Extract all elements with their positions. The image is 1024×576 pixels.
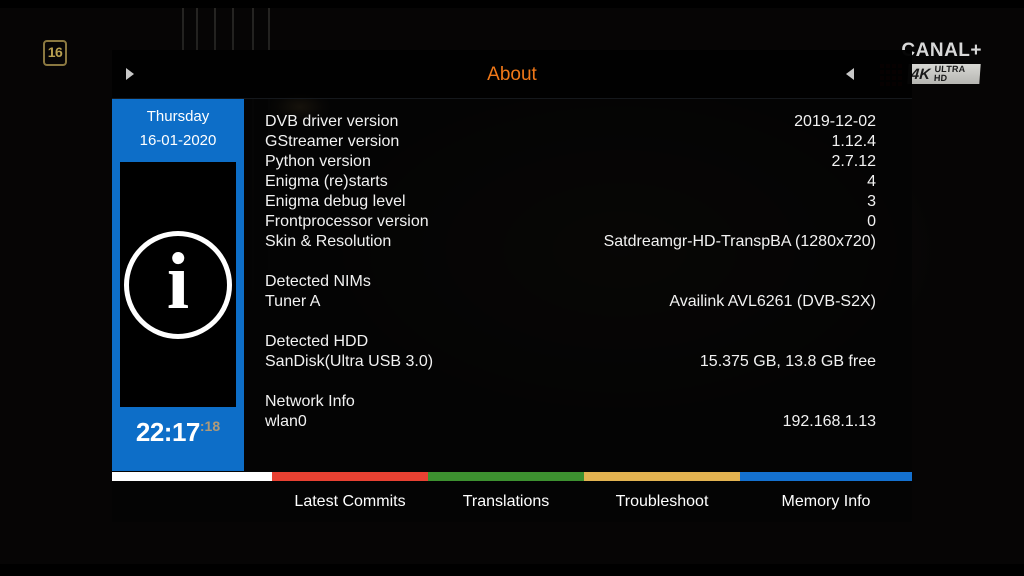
sidebar-day-label: Thursday [146, 108, 210, 125]
info-row-spacer [265, 313, 876, 333]
info-row-value: 2019-12-02 [794, 113, 876, 130]
info-row-value: 3 [867, 193, 876, 210]
button-latest-commits[interactable]: Latest Commits [272, 481, 428, 522]
color-key-troubleshoot [584, 472, 740, 481]
info-row: Enigma debug level 3 [265, 193, 876, 213]
info-row-value: 2.7.12 [831, 153, 876, 170]
triangle-left-icon[interactable] [846, 68, 854, 80]
color-button-row: Latest Commits Translations Troubleshoot Me… [112, 481, 912, 522]
info-circle-icon: i [124, 230, 232, 339]
info-row-label: GStreamer version [265, 133, 400, 150]
info-row-label: Detected NIMs [265, 273, 371, 290]
info-row-label: DVB driver version [265, 113, 399, 130]
info-row-label: Detected HDD [265, 333, 369, 350]
info-row-label: Tuner A [265, 293, 321, 310]
info-row-label: Enigma debug level [265, 193, 406, 210]
window-body: Thursday 16-01-2020 i 22:17:18 DVB drive… [112, 99, 912, 471]
info-row: Network Info [265, 393, 876, 413]
info-row: Enigma (re)starts 4 [265, 173, 876, 193]
info-row: Python version 2.7.12 [265, 153, 876, 173]
info-icon-glyph: i [166, 237, 190, 326]
clock-seconds: :18 [199, 418, 221, 434]
page-title: About [487, 64, 537, 85]
info-row: Tuner A Availink AVL6261 (DVB-S2X) [265, 293, 876, 313]
color-key-bar [112, 472, 912, 481]
clock-time: 22:17 [135, 417, 201, 447]
info-row-label: Python version [265, 153, 371, 170]
sidebar-date-label: 16-01-2020 [139, 132, 217, 149]
sidebar-clock: 22:17:18 [112, 417, 244, 448]
info-list: DVB driver version 2019-12-02 GStreamer ve… [265, 113, 876, 433]
button-memory-info[interactable]: Memory Info [740, 481, 912, 522]
info-row-value: 0 [867, 213, 876, 230]
info-row-value: 192.168.1.13 [782, 413, 876, 430]
info-row-value: Availink AVL6261 (DVB-S2X) [669, 293, 876, 310]
window-header: About [112, 50, 912, 99]
uhd-badge-4k: 4K [910, 65, 931, 83]
letterbox-bottom [0, 564, 1024, 576]
color-key-translations [428, 472, 584, 481]
info-row: GStreamer version 1.12.4 [265, 133, 876, 153]
age-rating-badge: 16 [43, 40, 67, 66]
info-row-value: Satdreamgr-HD-TranspBA (1280x720) [603, 233, 876, 250]
info-row-label: Enigma (re)starts [265, 173, 388, 190]
info-row-spacer [265, 373, 876, 393]
info-row-label: Skin & Resolution [265, 233, 392, 250]
button-blank [112, 481, 272, 522]
info-row-value: 1.12.4 [831, 133, 876, 150]
info-row: Frontprocessor version 0 [265, 213, 876, 233]
color-key-memory-info [740, 472, 912, 481]
color-key-blank [112, 472, 272, 481]
info-row: SanDisk(Ultra USB 3.0) 15.375 GB, 13.8 GB… [265, 353, 876, 373]
info-row: Skin & Resolution Satdreamgr-HD-TranspBA … [265, 233, 876, 253]
info-row-value: 4 [867, 173, 876, 190]
info-row: wlan0 192.168.1.13 [265, 413, 876, 433]
info-row-label: wlan0 [265, 413, 307, 430]
uhd-badge: 4K ULTRA HD [907, 64, 981, 84]
info-row-value: 15.375 GB, 13.8 GB free [699, 353, 876, 370]
info-row-label: SanDisk(Ultra USB 3.0) [265, 353, 434, 370]
info-row-label: Frontprocessor version [265, 213, 429, 230]
letterbox-top [0, 0, 1024, 8]
uhd-badge-label: ULTRA HD [933, 64, 966, 83]
button-troubleshoot[interactable]: Troubleshoot [584, 481, 740, 522]
info-row: Detected NIMs [265, 273, 876, 293]
info-row: DVB driver version 2019-12-02 [265, 113, 876, 133]
sidebar: Thursday 16-01-2020 i 22:17:18 [112, 99, 244, 471]
info-icon-panel: i [120, 162, 236, 407]
content-area[interactable]: DVB driver version 2019-12-02 GStreamer ve… [244, 99, 912, 471]
info-row-label: Network Info [265, 393, 355, 410]
button-translations[interactable]: Translations [428, 481, 584, 522]
info-row: Detected HDD [265, 333, 876, 353]
about-window: About Thursday 16-01-2020 i 22:17:18 DVB… [112, 50, 912, 522]
channel-wordmark: CANAL+ [901, 40, 982, 61]
info-row-spacer [265, 253, 876, 273]
color-key-latest-commits [272, 472, 428, 481]
